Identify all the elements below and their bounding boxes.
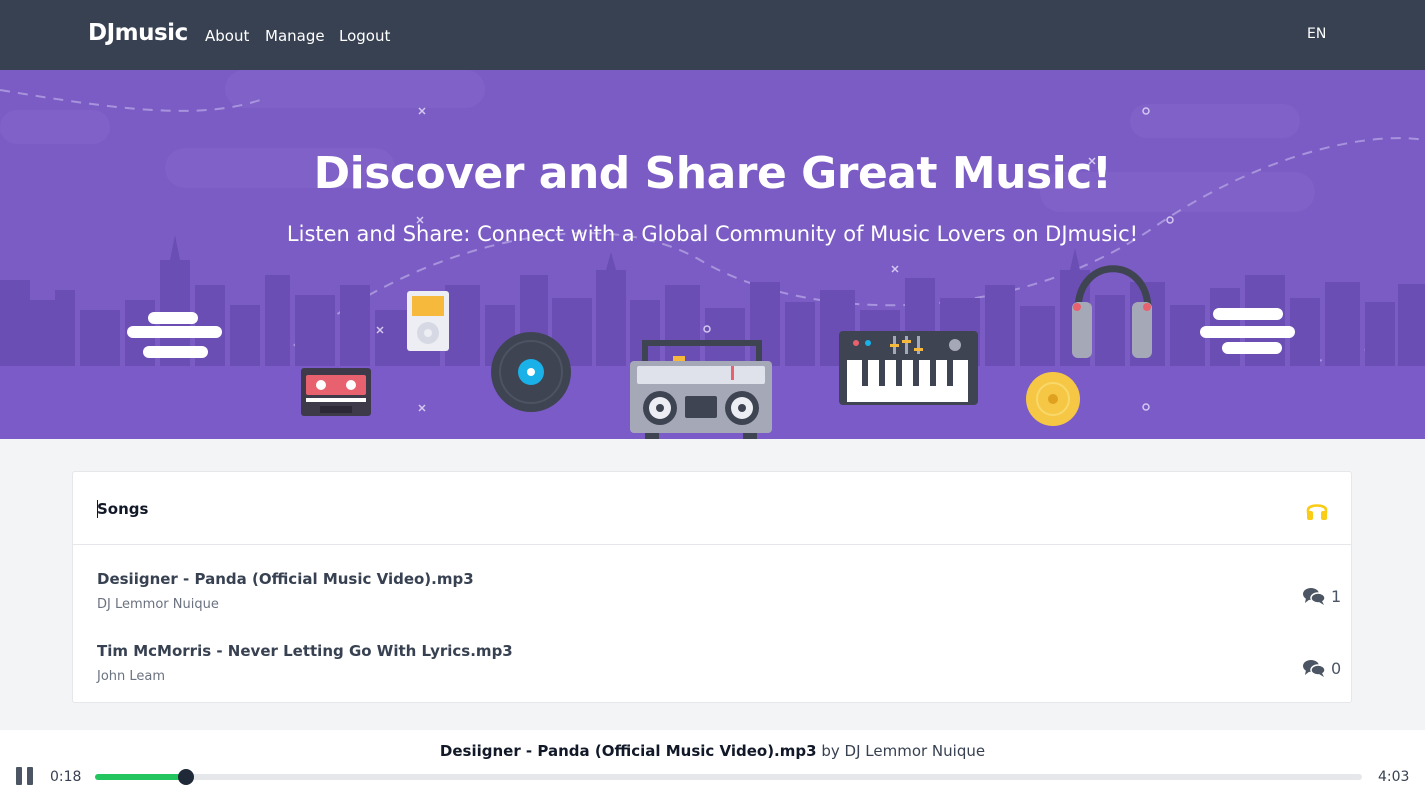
comments-count[interactable]: 1 <box>1303 586 1341 606</box>
comments-count-value: 1 <box>1331 586 1342 606</box>
audio-player-bar: Desiigner - Panda (Official Music Video)… <box>0 730 1425 797</box>
language-switcher[interactable]: EN <box>1307 26 1326 42</box>
seek-bar-handle[interactable] <box>178 769 195 785</box>
songs-card-header: Songs <box>73 472 1351 545</box>
nav-link-logout[interactable]: Logout <box>339 27 390 45</box>
seek-bar[interactable] <box>95 769 1362 785</box>
comments-count[interactable]: 0 <box>1303 658 1341 678</box>
hero-banner: Discover and Share Great Music! Listen a… <box>0 70 1425 439</box>
pause-icon-bar <box>16 767 22 785</box>
song-list-item[interactable]: Tim McMorris - Never Letting Go With Lyr… <box>73 640 1351 712</box>
gold-disc-icon <box>1026 372 1080 426</box>
song-artist: DJ Lemmor Nuique <box>97 597 219 612</box>
song-artist: John Leam <box>97 669 166 684</box>
now-playing-title: Desiigner - Panda (Official Music Video)… <box>439 742 817 760</box>
synth-keyboard-icon <box>839 331 978 405</box>
comments-icon <box>1303 588 1325 605</box>
total-time: 4:03 <box>1378 769 1410 785</box>
music-player-icon <box>407 291 449 351</box>
seek-bar-progress <box>95 774 187 780</box>
songs-title: Songs <box>97 500 149 518</box>
pause-button[interactable] <box>16 767 34 785</box>
nav-link-about[interactable]: About <box>205 27 249 45</box>
vinyl-record-icon <box>491 332 571 412</box>
cassette-icon <box>301 368 371 416</box>
song-title[interactable]: Desiigner - Panda (Official Music Video)… <box>97 570 474 588</box>
now-playing-artist: DJ Lemmor Nuique <box>844 742 986 760</box>
nav-link-manage[interactable]: Manage <box>265 27 325 45</box>
current-time: 0:18 <box>50 769 82 785</box>
now-playing: Desiigner - Panda (Official Music Video)… <box>0 742 1425 760</box>
hero-title: Discover and Share Great Music! <box>313 148 1112 199</box>
hero-subtitle: Listen and Share: Connect with a Global … <box>286 222 1139 246</box>
headphones-icon <box>1306 504 1328 520</box>
now-playing-by: by <box>821 742 840 760</box>
comments-count-value: 0 <box>1331 658 1342 678</box>
pause-icon-bar <box>27 767 33 785</box>
brand-logo[interactable]: DJmusic <box>88 20 188 46</box>
comments-icon <box>1303 660 1325 677</box>
song-list-item[interactable]: Desiigner - Panda (Official Music Video)… <box>73 568 1351 640</box>
top-navbar: DJmusic About Manage Logout EN <box>0 0 1425 70</box>
hero-illustration <box>0 70 1425 439</box>
song-title[interactable]: Tim McMorris - Never Letting Go With Lyr… <box>97 642 513 660</box>
songs-card: Songs Desiigner - Panda (Official Music … <box>72 471 1352 703</box>
